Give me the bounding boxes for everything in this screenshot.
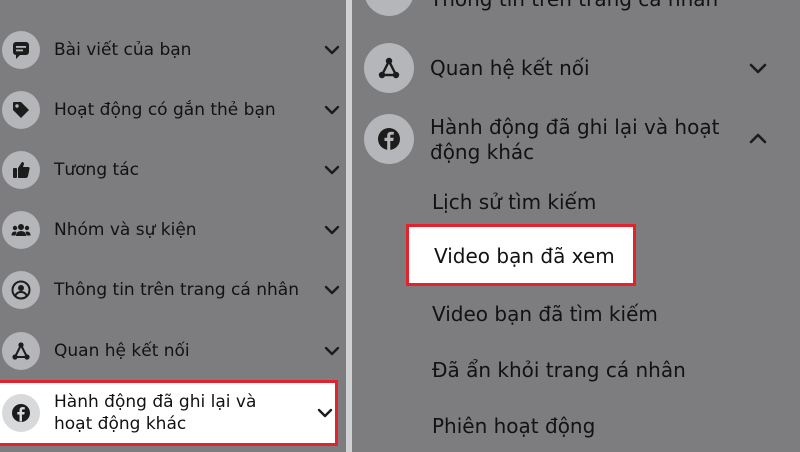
- menu-item-label: Nhóm và sự kiện: [54, 220, 197, 240]
- profile-icon: [364, 0, 414, 16]
- thumbs-up-icon: [2, 151, 40, 189]
- sub-item-active-sessions[interactable]: Phiên hoạt động: [432, 414, 595, 438]
- sub-item-watched-videos-highlighted[interactable]: Video bạn đã xem: [406, 224, 636, 286]
- menu-item-profile-info[interactable]: Thông tin trên trang cá nhân: [0, 260, 346, 320]
- connections-icon: [364, 43, 414, 93]
- chevron-down-icon[interactable]: [324, 104, 340, 116]
- facebook-icon: [2, 394, 40, 432]
- menu-item-label-line2: động khác: [430, 140, 535, 164]
- chevron-down-icon[interactable]: [749, 62, 767, 74]
- chevron-down-icon[interactable]: [324, 224, 340, 236]
- chevron-down-icon[interactable]: [324, 345, 340, 357]
- menu-item-label-partial: Thông tin trên trang cá nhân: [430, 0, 718, 12]
- activity-log-menu-left: Bài viết của bạn Hoạt động có gắn thẻ bạ…: [0, 0, 346, 452]
- facebook-icon: [364, 114, 414, 164]
- tag-icon: [2, 91, 40, 129]
- activity-log-menu-right: Thông tin trên trang cá nhân Quan hệ kết…: [352, 0, 800, 452]
- menu-item-groups-events[interactable]: Nhóm và sự kiện: [0, 200, 346, 260]
- menu-item-label: Quan hệ kết nối: [430, 56, 590, 80]
- chevron-down-icon[interactable]: [324, 44, 340, 56]
- chevron-down-icon[interactable]: [324, 164, 340, 176]
- sub-item-hidden-from-profile[interactable]: Đã ẩn khỏi trang cá nhân: [432, 358, 686, 382]
- menu-item-your-posts[interactable]: Bài viết của bạn: [0, 20, 346, 80]
- menu-item-label-line1: Hành động đã ghi lại và hoạt: [430, 115, 720, 139]
- menu-item-label: Hành động đã ghi lại và hoạt động khác: [54, 392, 257, 434]
- menu-item-interactions[interactable]: Tương tác: [0, 140, 346, 200]
- menu-item-partial: [0, 0, 346, 16]
- screenshot-root: Bài viết của bạn Hoạt động có gắn thẻ bạ…: [0, 0, 800, 452]
- group-icon: [2, 211, 40, 249]
- chevron-up-icon[interactable]: [749, 132, 767, 144]
- post-icon: [2, 31, 40, 69]
- connections-icon: [2, 332, 40, 370]
- sub-item-search-history[interactable]: Lịch sử tìm kiếm: [432, 190, 596, 214]
- menu-item-tagged-activity[interactable]: Hoạt động có gắn thẻ bạn: [0, 80, 346, 140]
- sub-item-label: Video bạn đã xem: [434, 244, 615, 268]
- chevron-down-icon[interactable]: [324, 284, 340, 296]
- profile-icon: [2, 271, 40, 309]
- chevron-down-icon[interactable]: [317, 407, 333, 419]
- menu-item-label: Quan hệ kết nối: [54, 341, 190, 361]
- sub-item-searched-videos[interactable]: Video bạn đã tìm kiếm: [432, 302, 658, 326]
- menu-item-label: Bài viết của bạn: [54, 40, 192, 60]
- menu-item-connections[interactable]: Quan hệ kết nối: [0, 321, 346, 381]
- menu-item-label: Hoạt động có gắn thẻ bạn: [54, 100, 276, 120]
- menu-item-label: Thông tin trên trang cá nhân: [54, 280, 299, 300]
- menu-item-label: Tương tác: [54, 160, 139, 180]
- menu-item-logged-actions-highlighted[interactable]: Hành động đã ghi lại và hoạt động khác: [0, 380, 338, 446]
